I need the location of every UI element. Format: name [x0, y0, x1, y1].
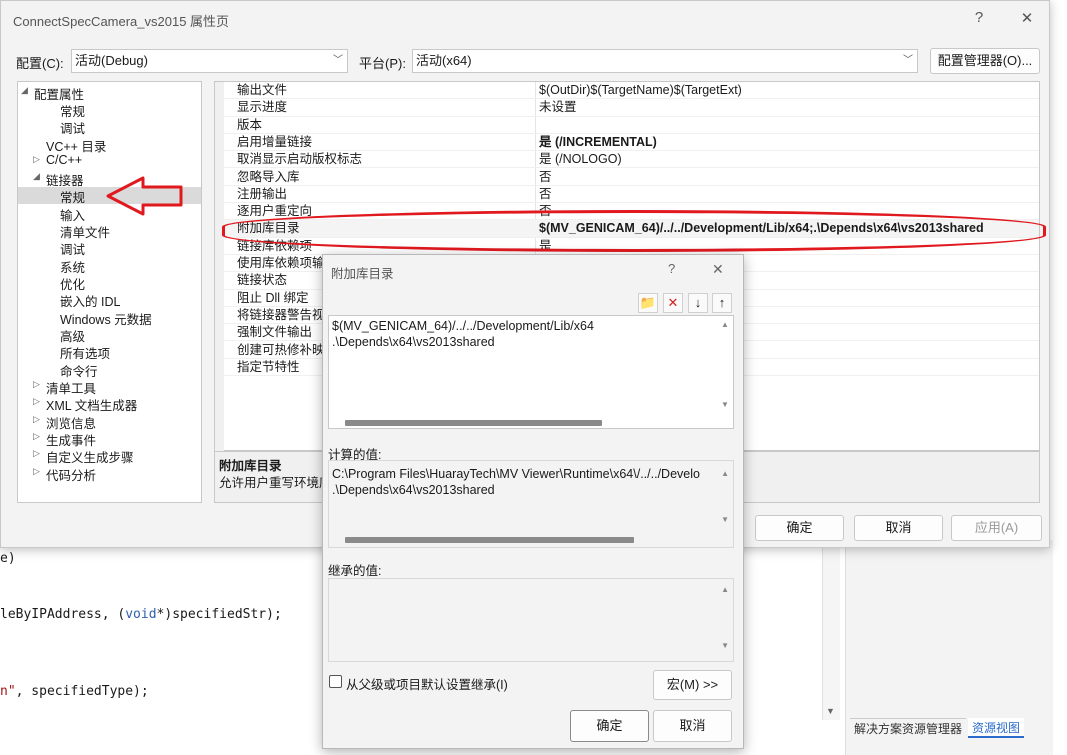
annotation-oval: [222, 210, 1046, 252]
collapsed-caret-icon: ▷: [33, 379, 40, 389]
code-line: n", specifiedType);: [0, 684, 149, 699]
tree-item[interactable]: 嵌入的 IDL: [60, 291, 120, 310]
platform-label: 平台(P):: [359, 56, 406, 71]
evaluated-line: .\Depends\x64\vs2013shared: [332, 483, 495, 497]
tree-item[interactable]: 调试: [60, 239, 85, 258]
code-line: leByIPAddress, (void*)specifiedStr);: [0, 607, 282, 622]
help-button[interactable]: ?: [969, 9, 989, 26]
scroll-up-icon[interactable]: ▲: [721, 469, 729, 478]
config-manager-button[interactable]: 配置管理器(O)...: [930, 48, 1040, 74]
tree-item[interactable]: 所有选项: [60, 343, 110, 362]
dialog-title: ConnectSpecCamera_vs2015 属性页: [13, 14, 230, 29]
tab-solution-explorer[interactable]: 解决方案资源管理器: [850, 718, 967, 738]
property-tree: ◢ 配置属性 常规 调试 VC++ 目录 ▷ C/C++ ◢ 链接器 常规 输入 清单…: [17, 81, 202, 503]
collapsed-caret-icon: ▷: [33, 431, 40, 441]
scroll-down-icon[interactable]: ▼: [721, 641, 729, 650]
grid-gutter: [215, 82, 224, 452]
config-select[interactable]: 活动(Debug) ﹀: [71, 49, 348, 73]
horizontal-scrollbar[interactable]: [345, 537, 634, 543]
list-item[interactable]: $(MV_GENICAM_64)/../../Development/Lib/x…: [332, 319, 594, 333]
property-row[interactable]: 注册输出否: [224, 186, 1039, 204]
cancel-button[interactable]: 取消: [854, 515, 943, 541]
scroll-up-icon[interactable]: ▲: [721, 320, 729, 329]
property-row[interactable]: 取消显示启动版权标志是 (/NOLOGO): [224, 151, 1039, 169]
tree-item[interactable]: ▷ C/C++: [33, 153, 82, 167]
config-label: 配置(C):: [16, 56, 64, 71]
annotation-arrow: [106, 176, 183, 216]
tab-resource-view[interactable]: 资源视图: [968, 718, 1025, 738]
vertical-scrollbar[interactable]: ▲ ▼: [717, 316, 733, 416]
ok-button[interactable]: 确定: [755, 515, 844, 541]
property-row[interactable]: 输出文件 $(OutDir)$(TargetName)$(TargetExt): [224, 82, 1039, 100]
inherit-checkbox-label: 从父级或项目默认设置继承(I): [346, 678, 508, 692]
inherited-values: ▲ ▼: [328, 578, 734, 662]
macro-button[interactable]: 宏(M) >>: [653, 670, 732, 700]
new-folder-icon[interactable]: 📁: [638, 293, 658, 313]
property-row[interactable]: 版本: [224, 117, 1039, 134]
close-icon[interactable]: ✕: [712, 261, 724, 278]
collapsed-caret-icon: ▷: [33, 396, 40, 406]
config-value: 活动(Debug): [75, 53, 148, 68]
property-row[interactable]: 忽略导入库否: [224, 169, 1039, 186]
tree-item[interactable]: ▷ 自定义生成步骤: [33, 447, 134, 466]
tree-item[interactable]: 调试: [46, 118, 85, 137]
platform-value: 活动(x64): [416, 53, 472, 68]
inherited-label: 继承的值:: [328, 564, 382, 578]
cancel-button[interactable]: 取消: [653, 710, 732, 742]
scroll-down-icon[interactable]: ▼: [721, 400, 729, 409]
expanded-caret-icon: ◢: [33, 171, 40, 181]
background-scrollbar[interactable]: ▼: [822, 540, 840, 720]
ok-button[interactable]: 确定: [570, 710, 649, 742]
expanded-caret-icon: ◢: [21, 85, 28, 95]
collapsed-caret-icon: ▷: [33, 154, 40, 164]
close-icon[interactable]: ✕: [1017, 9, 1037, 27]
tree-item[interactable]: ▷ 代码分析: [33, 465, 96, 484]
description-text: 允许用户重写环境库: [219, 476, 332, 490]
property-row[interactable]: 启用增量链接是 (/INCREMENTAL): [224, 134, 1039, 152]
collapsed-caret-icon: ▷: [33, 466, 40, 476]
chevron-down-icon: ﹀: [903, 55, 913, 66]
collapsed-caret-icon: ▷: [33, 448, 40, 458]
help-button[interactable]: ?: [668, 261, 675, 276]
move-up-icon[interactable]: ↑: [712, 293, 732, 313]
evaluated-line: C:\Program Files\HuarayTech\MV Viewer\Ru…: [332, 467, 700, 481]
evaluated-values: C:\Program Files\HuarayTech\MV Viewer\Ru…: [328, 460, 734, 548]
property-row[interactable]: 显示进度 未设置: [224, 99, 1039, 117]
chevron-down-icon: ﹀: [333, 55, 343, 66]
collapsed-caret-icon: ▷: [33, 414, 40, 424]
tree-item[interactable]: ▷ XML 文档生成器: [33, 395, 137, 414]
platform-select[interactable]: 活动(x64) ﹀: [412, 49, 918, 73]
delete-icon[interactable]: ✕: [663, 293, 683, 313]
subdialog-title: 附加库目录: [331, 267, 394, 281]
directory-list[interactable]: $(MV_GENICAM_64)/../../Development/Lib/x…: [328, 315, 734, 429]
inherit-checkbox[interactable]: [329, 675, 342, 688]
scroll-down-icon[interactable]: ▼: [826, 706, 835, 716]
horizontal-scrollbar[interactable]: [345, 420, 602, 426]
list-item[interactable]: .\Depends\x64\vs2013shared: [332, 335, 495, 349]
scroll-down-icon[interactable]: ▼: [721, 515, 729, 524]
apply-button[interactable]: 应用(A): [951, 515, 1042, 541]
scroll-up-icon[interactable]: ▲: [721, 585, 729, 594]
move-down-icon[interactable]: ↓: [688, 293, 708, 313]
code-line: e): [0, 551, 16, 566]
